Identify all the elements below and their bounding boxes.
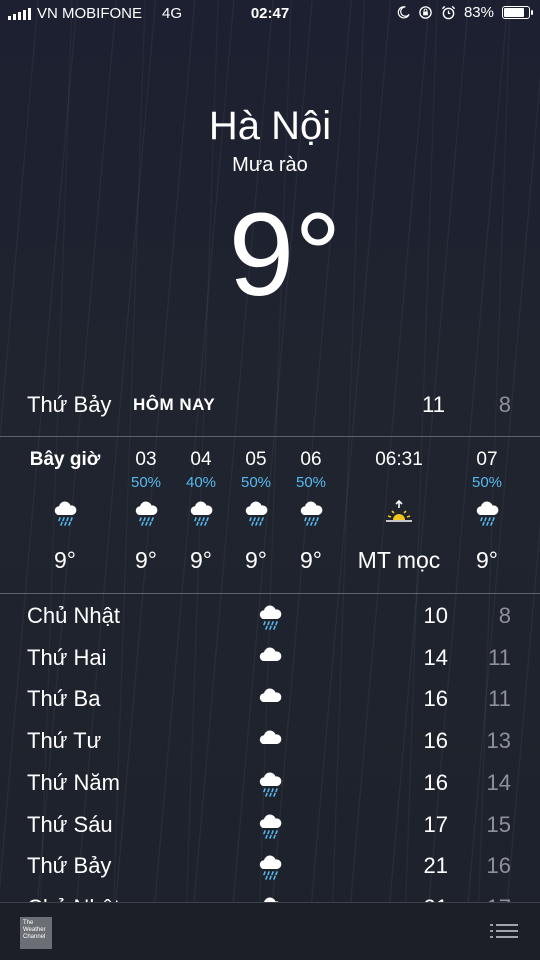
hour-temp: 9° bbox=[54, 547, 76, 573]
cloud-icon bbox=[259, 730, 282, 745]
daily-row: Chủ Nhật 21 17 bbox=[0, 889, 540, 902]
day-low: 13 bbox=[486, 728, 511, 754]
today-low: 8 bbox=[498, 392, 511, 417]
daily-row: Thứ Sáu 17 15 bbox=[0, 806, 540, 846]
day-high: 10 bbox=[423, 603, 448, 628]
hour-temp: MT mọc bbox=[357, 547, 441, 573]
day-high: 21 bbox=[424, 895, 448, 902]
day-low: 11 bbox=[488, 644, 511, 670]
hour-time: 0 bbox=[508, 449, 540, 471]
hourly-forecast[interactable]: Bây giờ 9° 03 50% 9° 04 40% 9° 05 50% 9° 06 50% 9° 06:… bbox=[0, 437, 540, 592]
rain-cloud-icon bbox=[54, 501, 77, 526]
daily-row: Chủ Nhật 10 8 bbox=[0, 597, 540, 637]
precip-chance: 60 bbox=[508, 474, 540, 491]
hour-time: Bây giờ bbox=[29, 449, 101, 470]
cloud-icon bbox=[264, 897, 279, 902]
day-low: 11 bbox=[488, 686, 511, 712]
day-name: Chủ Nhật bbox=[27, 895, 120, 902]
daily-row: Thứ Tư 16 13 bbox=[0, 722, 540, 762]
today-row: Thứ Bảy HÔM NAY 11 8 bbox=[0, 388, 540, 422]
rain-cloud-icon bbox=[190, 501, 213, 526]
rain-cloud-icon bbox=[135, 501, 158, 526]
day-low: 16 bbox=[486, 853, 511, 879]
day-name: Thứ Ba bbox=[27, 686, 101, 712]
battery-icon bbox=[502, 6, 533, 19]
daily-row: Thứ Bảy 21 16 bbox=[0, 847, 540, 887]
day-high: 14 bbox=[423, 644, 448, 670]
daily-row: Thứ Năm 16 14 bbox=[0, 764, 540, 804]
current-temperature: 9° bbox=[228, 189, 342, 321]
moon-icon bbox=[397, 6, 410, 19]
rain-cloud-icon bbox=[245, 501, 268, 526]
day-high: 16 bbox=[423, 728, 448, 754]
day-low: 8 bbox=[498, 603, 511, 628]
hour-temp: 9 bbox=[508, 547, 540, 574]
weather-channel-logo[interactable]: The Weather Channel bbox=[20, 917, 52, 949]
day-low: 15 bbox=[486, 811, 511, 837]
today-high: 11 bbox=[422, 392, 445, 417]
precip-chance: 50% bbox=[295, 474, 327, 491]
day-name: Chủ Nhật bbox=[27, 603, 120, 628]
rain-cloud-icon bbox=[259, 855, 282, 880]
day-high: 16 bbox=[423, 686, 448, 712]
alarm-icon bbox=[441, 5, 456, 20]
rain-cloud-icon bbox=[259, 814, 282, 839]
day-low: 14 bbox=[486, 769, 511, 795]
divider bbox=[0, 593, 540, 594]
day-name: Thứ Bảy bbox=[27, 853, 112, 879]
day-name: Thứ Hai bbox=[27, 644, 107, 670]
daily-row: Thứ Hai 14 11 bbox=[0, 639, 540, 679]
rain-cloud-icon bbox=[476, 501, 499, 526]
weather-condition: Mưa rào bbox=[232, 154, 308, 176]
day-high: 16 bbox=[423, 769, 448, 795]
day-high: 21 bbox=[423, 853, 448, 879]
cloud-icon bbox=[259, 688, 282, 703]
rain-cloud-icon bbox=[259, 772, 282, 797]
day-high: 17 bbox=[423, 811, 448, 837]
bottom-bar: The Weather Channel bbox=[0, 902, 540, 960]
day-name: Thứ Tư bbox=[27, 728, 102, 754]
day-name: Thứ Sáu bbox=[27, 811, 113, 837]
hour-temp: 9° bbox=[300, 547, 322, 573]
sunrise-icon bbox=[386, 499, 412, 522]
today-day: Thứ Bảy bbox=[27, 392, 112, 417]
day-low: 17 bbox=[487, 895, 511, 902]
list-icon[interactable] bbox=[490, 923, 518, 943]
hour-time: 06:31 bbox=[375, 449, 423, 470]
rotation-lock-icon bbox=[419, 6, 432, 19]
day-name: Thứ Năm bbox=[27, 769, 120, 795]
status-bar: VN MOBIFONE 4G 02:47 83% bbox=[0, 0, 540, 28]
today-tag: HÔM NAY bbox=[133, 395, 216, 414]
rain-cloud-icon bbox=[300, 501, 323, 526]
cloud-icon bbox=[259, 647, 282, 661]
city-name: Hà Nội bbox=[208, 104, 332, 148]
battery-percent: 83% bbox=[463, 4, 494, 21]
daily-row: Thứ Ba 16 11 bbox=[0, 680, 540, 720]
hour-time: 06 bbox=[300, 449, 322, 470]
rain-cloud-icon bbox=[259, 605, 282, 630]
daily-forecast[interactable]: Chủ Nhật 10 8 Thứ Hai 14 11 Thứ Ba 16 11 Thứ Tư 16… bbox=[0, 597, 540, 902]
